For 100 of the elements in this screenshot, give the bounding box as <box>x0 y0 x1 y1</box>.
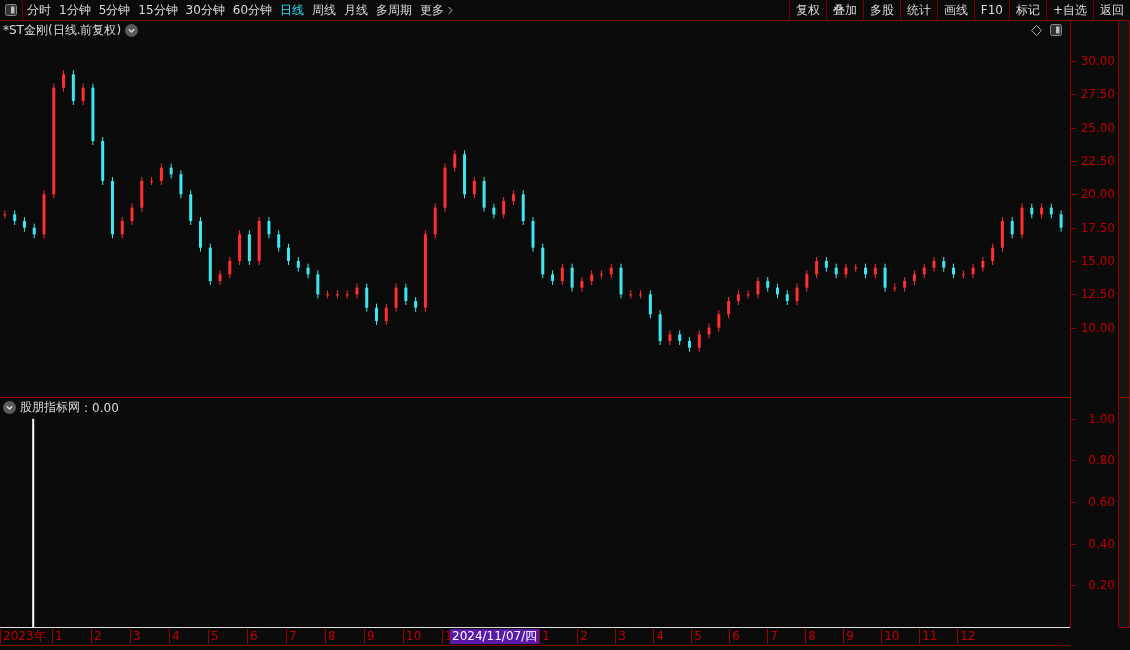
candlestick <box>658 309 662 346</box>
candlestick <box>883 263 887 293</box>
candlestick <box>1020 203 1024 239</box>
candlestick <box>296 256 300 273</box>
toolbar-button[interactable]: 统计 <box>899 0 937 20</box>
candlestick <box>952 263 956 279</box>
time-label: 1 <box>52 629 91 644</box>
candlestick <box>492 203 496 219</box>
candlestick <box>453 149 457 173</box>
candlestick <box>375 303 378 326</box>
candlestick <box>893 283 897 293</box>
period-tab[interactable]: 15分钟 <box>134 1 182 19</box>
candlestick <box>1040 203 1044 219</box>
candlestick <box>971 263 975 279</box>
axis-label: 22.50 <box>1080 154 1115 168</box>
axis-label: 30.00 <box>1080 54 1115 68</box>
time-label: 9 <box>843 629 882 644</box>
period-tab[interactable]: 30分钟 <box>181 1 229 19</box>
candlestick <box>580 276 584 293</box>
period-tab[interactable]: 1分钟 <box>55 1 95 19</box>
candlestick <box>922 263 926 279</box>
time-label: 4 <box>169 629 208 644</box>
candlestick <box>189 189 193 226</box>
candlestick <box>785 289 789 306</box>
candlestick <box>463 149 467 199</box>
panel-toggle-icon[interactable] <box>1050 24 1062 36</box>
period-tab[interactable]: 分时 <box>23 1 55 19</box>
candlestick <box>316 269 320 299</box>
candlestick <box>71 69 75 106</box>
candlestick <box>326 289 330 299</box>
candlestick <box>795 283 799 306</box>
period-tab[interactable]: 月线 <box>340 1 373 19</box>
candlestick <box>22 216 26 233</box>
candlestick <box>648 289 652 319</box>
toolbar-button[interactable]: F10 <box>973 0 1009 20</box>
candlestick <box>639 289 643 299</box>
candlestick <box>482 176 486 213</box>
candlestick <box>169 163 173 179</box>
cursor-date: 2024/11/07/四 <box>450 629 540 644</box>
time-label: 8 <box>325 629 364 644</box>
panel-toggle-icon[interactable] <box>5 4 17 16</box>
candlestick <box>834 263 838 279</box>
candlestick <box>32 223 36 239</box>
candlestick <box>560 263 564 286</box>
candlestick <box>912 269 916 286</box>
axis-label: 0.60 <box>1088 495 1115 510</box>
candlestick <box>130 203 134 226</box>
candlestick <box>140 176 144 213</box>
time-label: 3 <box>615 629 654 644</box>
axis-label: 20.00 <box>1080 187 1115 202</box>
candlestick <box>776 283 779 299</box>
period-tab[interactable]: 周线 <box>308 1 341 19</box>
toolbar-button[interactable]: +自选 <box>1045 0 1093 20</box>
dropdown-icon[interactable] <box>3 401 16 414</box>
candlestick <box>159 163 163 186</box>
candlestick <box>511 189 515 206</box>
candlestick <box>824 256 828 273</box>
time-label: 8 <box>805 629 844 644</box>
candlestick <box>932 256 936 273</box>
candlestick <box>541 243 545 279</box>
time-label: 1 <box>539 629 578 644</box>
candlestick <box>101 136 105 186</box>
candlestick <box>531 216 535 253</box>
time-label: 7 <box>767 629 806 644</box>
period-tab[interactable]: 日线 <box>276 1 309 19</box>
candlestick <box>277 229 281 253</box>
separator: : <box>84 400 89 415</box>
time-label: 4 <box>653 629 692 644</box>
candlestick <box>521 189 525 226</box>
toolbar-button[interactable]: 标记 <box>1008 0 1046 20</box>
toolbar-button[interactable]: 叠加 <box>825 0 863 20</box>
candlestick <box>208 243 212 286</box>
time-label: 2 <box>91 629 130 644</box>
toolbar-button[interactable]: 复权 <box>788 0 826 20</box>
candlestick <box>345 289 349 299</box>
time-label: 11 <box>919 629 958 644</box>
period-tab[interactable]: 60分钟 <box>228 1 277 19</box>
candlestick <box>942 256 946 273</box>
toolbar-button[interactable]: 多股 <box>862 0 900 20</box>
candlestick <box>13 209 17 226</box>
candlestick <box>120 216 124 239</box>
candlestick <box>335 289 339 299</box>
period-tab[interactable]: 更多 <box>416 1 462 19</box>
time-label: 7 <box>286 629 325 644</box>
candlestick <box>247 229 251 266</box>
dropdown-icon[interactable] <box>125 24 139 37</box>
candlestick <box>590 269 594 286</box>
period-tab[interactable]: 多周期 <box>372 1 417 19</box>
candlestick <box>981 256 985 273</box>
candlestick <box>707 323 711 339</box>
candlestick <box>1030 203 1034 219</box>
period-tab[interactable]: 5分钟 <box>94 1 135 19</box>
toolbar-button[interactable]: 返回 <box>1093 0 1130 20</box>
diamond-icon[interactable] <box>1031 24 1042 36</box>
toolbar-button[interactable]: 画线 <box>936 0 974 20</box>
axis-label: 0.40 <box>1088 536 1115 551</box>
axis-label: 0.80 <box>1088 453 1115 468</box>
candlestick <box>903 276 907 293</box>
candlestick <box>433 203 437 239</box>
axis-label: 0.20 <box>1088 578 1115 593</box>
